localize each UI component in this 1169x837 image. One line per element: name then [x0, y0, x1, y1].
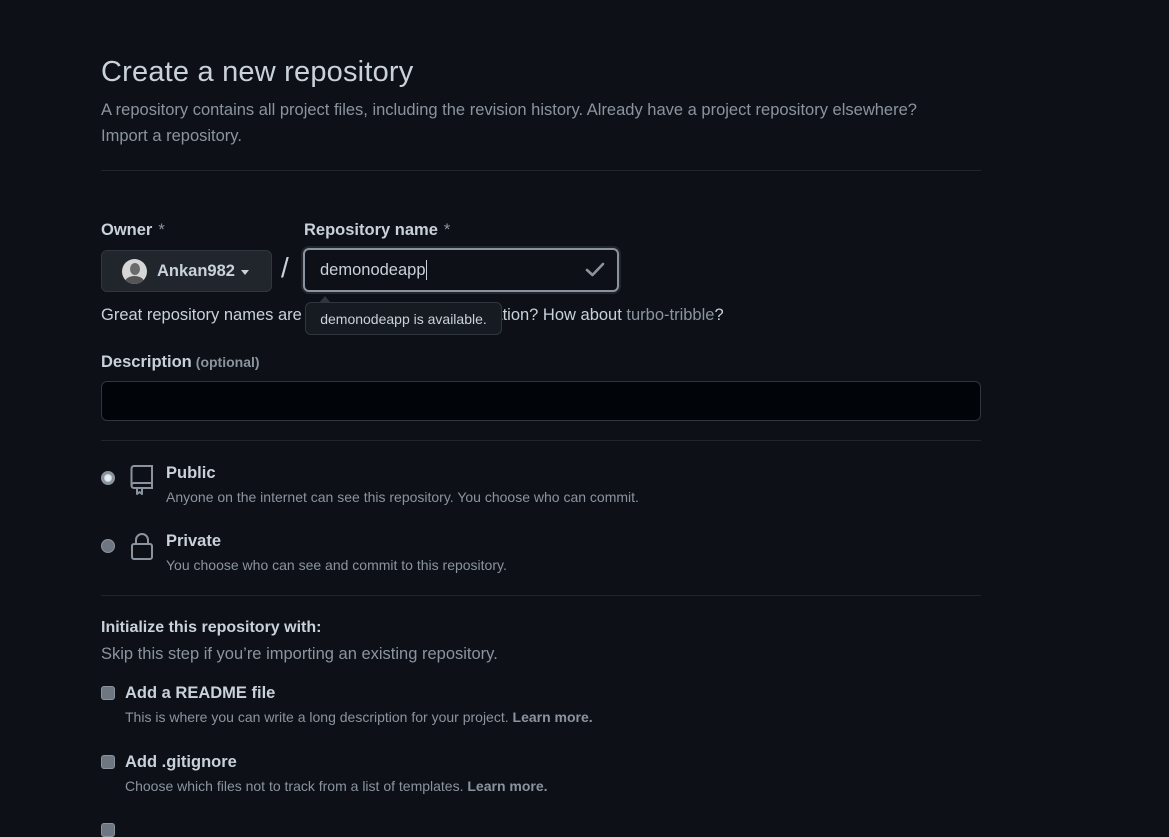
repository-name-value: demonodeapp [320, 260, 426, 279]
required-mark: * [158, 221, 165, 239]
chevron-down-icon [240, 269, 249, 275]
public-description: Anyone on the internet can see this repo… [166, 489, 639, 505]
divider [101, 440, 981, 441]
hint-text-end: ? [714, 306, 724, 324]
repository-name-label-text: Repository name [304, 221, 438, 239]
add-gitignore-checkbox[interactable] [101, 755, 115, 769]
owner-label: Owner * [101, 221, 165, 240]
divider [101, 595, 981, 596]
initialize-subtitle: Skip this step if you’re importing an ex… [101, 645, 498, 663]
subtitle-text: A repository contains all project files,… [101, 101, 917, 119]
initialize-title: Initialize this repository with: [101, 619, 322, 636]
add-readme-description: This is where you can write a long descr… [125, 709, 593, 725]
add-readme-checkbox[interactable] [101, 686, 115, 700]
required-mark: * [443, 221, 451, 239]
private-description: You choose who can see and commit to thi… [166, 557, 507, 573]
add-gitignore-description-text: Choose which files not to track from a l… [125, 778, 464, 794]
add-readme-description-text: This is where you can write a long descr… [125, 709, 509, 725]
add-readme-label[interactable]: Add a README file [125, 684, 275, 703]
availability-tooltip: demonodeapp is available. [305, 296, 502, 335]
import-repository-link[interactable]: Import a repository. [101, 127, 242, 145]
avatar [122, 258, 147, 284]
divider [101, 170, 981, 171]
private-title: Private [166, 532, 222, 550]
owner-repo-separator: / [281, 252, 289, 283]
text-cursor [425, 260, 427, 280]
add-gitignore-label[interactable]: Add .gitignore [125, 753, 237, 772]
private-radio[interactable] [101, 539, 115, 553]
page-title: Create a new repository [101, 56, 414, 88]
description-input[interactable] [101, 381, 981, 421]
suggestion-link[interactable]: turbo-tribble [626, 306, 714, 324]
description-label: Description (optional) [101, 353, 260, 372]
owner-name: Ankan982 [157, 261, 235, 280]
learn-more-link[interactable]: Learn more. [467, 778, 547, 794]
repository-name-input[interactable]: demonodeapp [303, 248, 619, 292]
optional-tag: (optional) [195, 354, 260, 370]
add-gitignore-description: Choose which files not to track from a l… [125, 778, 548, 794]
public-radio[interactable] [101, 471, 115, 485]
public-title: Public [166, 464, 216, 482]
hint-text-start: Great repository names are [101, 306, 302, 324]
choose-license-checkbox[interactable] [101, 823, 115, 837]
repo-icon [130, 465, 153, 495]
lock-icon [131, 533, 153, 560]
owner-label-text: Owner [101, 221, 153, 239]
description-label-text: Description [101, 353, 192, 371]
check-icon [585, 262, 605, 277]
learn-more-link[interactable]: Learn more. [513, 709, 593, 725]
repository-name-label: Repository name * [304, 221, 450, 240]
owner-dropdown[interactable]: Ankan982 [101, 250, 272, 292]
page-subtitle: A repository contains all project files,… [101, 97, 981, 149]
